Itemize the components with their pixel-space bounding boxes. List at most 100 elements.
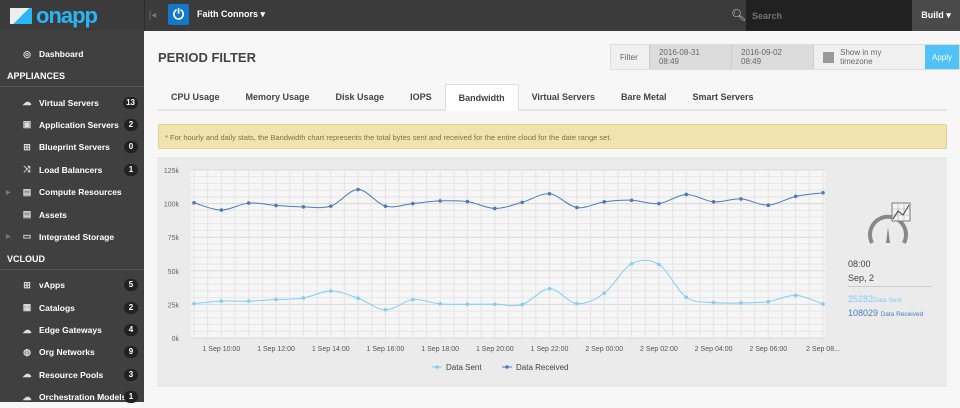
data-point[interactable]	[575, 301, 579, 306]
data-point[interactable]	[356, 296, 360, 301]
data-point[interactable]	[739, 301, 743, 305]
sidebar-item-vapps[interactable]: ⊞ vApps 5	[0, 274, 144, 296]
data-point[interactable]	[410, 201, 415, 206]
data-point[interactable]	[520, 302, 524, 307]
data-point[interactable]	[219, 299, 224, 303]
data-point[interactable]	[657, 262, 661, 267]
data-point[interactable]	[493, 302, 497, 307]
sidebar-item-virtual-servers[interactable]: ☁ Virtual Servers 13	[0, 91, 144, 113]
data-point[interactable]	[246, 201, 251, 205]
data-point[interactable]	[383, 307, 388, 312]
legend-marker-dot	[435, 365, 439, 369]
data-point[interactable]	[793, 293, 798, 298]
sidebar-section-title: VCLOUD	[0, 248, 144, 271]
data-point[interactable]	[793, 194, 798, 199]
data-point[interactable]	[246, 299, 251, 303]
tab-virtual-servers[interactable]: Virtual Servers	[519, 84, 608, 111]
date-to-field[interactable]: 2016-09-02 08:49	[731, 45, 814, 69]
data-point[interactable]	[766, 299, 771, 304]
sidebar-item-catalogs[interactable]: ▦ Catalogs 2	[0, 297, 144, 319]
date-from-field[interactable]: 2016-08-31 08:49	[648, 45, 732, 69]
timezone-toggle[interactable]: Show in my timezone	[813, 45, 926, 69]
user-menu[interactable]: Faith Connors ▾	[197, 9, 265, 20]
sidebar-item-compute-resources[interactable]: ▶ ▤ Compute Resources	[0, 181, 144, 203]
data-point[interactable]	[821, 191, 825, 195]
sidebar-item-application-servers[interactable]: ▣ Application Servers 2	[0, 114, 144, 136]
blueprint-icon: ⊞	[23, 141, 31, 152]
count-badge: 1	[124, 163, 138, 176]
tab-smart-servers[interactable]: Smart Servers	[680, 84, 767, 111]
data-point[interactable]	[821, 302, 825, 306]
page-title: PERIOD FILTER	[158, 50, 256, 65]
cloud-icon: ☁	[22, 97, 32, 108]
data-point[interactable]	[547, 191, 552, 196]
search-input[interactable]	[746, 0, 912, 31]
sidebar-item-orchestration-models[interactable]: ☁ Orchestration Models 1	[0, 386, 144, 408]
sidebar-item-integrated-storage[interactable]: ▶ ▭ Integrated Storage	[0, 226, 144, 248]
summary-panel: 08:00 Sep, 2 25282Data Sent 108029 Data R…	[846, 157, 947, 387]
timezone-checkbox[interactable]	[823, 51, 835, 63]
tab-bandwidth[interactable]: Bandwidth	[444, 84, 519, 111]
data-point[interactable]	[465, 199, 470, 204]
expand-arrow-icon[interactable]: ▶	[6, 233, 11, 240]
data-point[interactable]	[301, 296, 306, 300]
tab-bare-metal[interactable]: Bare Metal	[608, 84, 680, 111]
tab-cpu-usage[interactable]: CPU Usage	[158, 84, 233, 111]
power-icon[interactable]: ⏻	[168, 4, 189, 25]
period-filter: Filter 2016-08-31 08:49 2016-09-02 08:49…	[610, 44, 960, 70]
expand-arrow-icon[interactable]: ▶	[6, 189, 11, 196]
data-point[interactable]	[410, 297, 415, 302]
data-point[interactable]	[274, 203, 278, 208]
data-point[interactable]	[438, 302, 442, 306]
build-menu[interactable]: Build ▾	[912, 0, 960, 31]
y-tick-label: 100k	[164, 202, 180, 209]
tab-iops[interactable]: IOPS	[397, 84, 445, 111]
data-point[interactable]	[192, 301, 196, 306]
data-point[interactable]	[684, 295, 689, 300]
apply-button[interactable]: Apply	[925, 45, 960, 69]
count-badge: 2	[124, 118, 138, 131]
data-point[interactable]	[602, 200, 607, 204]
sidebar-item-blueprint-servers[interactable]: ⊞ Blueprint Servers 0	[0, 136, 144, 158]
sidebar-item-dashboard[interactable]: ◎ Dashboard	[0, 43, 144, 65]
data-point[interactable]	[274, 297, 278, 302]
count-badge: 9	[124, 346, 138, 359]
data-point[interactable]	[438, 199, 442, 203]
data-point[interactable]	[602, 291, 607, 296]
summary-time: 08:00 Sep, 2	[848, 259, 875, 283]
data-point[interactable]	[465, 302, 470, 307]
collapse-sidebar-icon[interactable]: |◂	[144, 0, 160, 31]
data-point[interactable]	[383, 204, 388, 208]
data-point[interactable]	[629, 262, 634, 266]
legend-item[interactable]: Data Received	[516, 363, 568, 372]
data-point[interactable]	[657, 201, 661, 206]
data-point[interactable]	[520, 200, 524, 205]
sidebar-item-resource-pools[interactable]: ☁ Resource Pools 3	[0, 364, 144, 386]
sidebar-item-edge-gateways[interactable]: ☁ Edge Gateways 4	[0, 319, 144, 341]
legend-item[interactable]: Data Sent	[446, 363, 482, 372]
x-tick-label: 1 Sep 16:00	[367, 346, 405, 353]
sidebar-item-org-networks[interactable]: ◍ Org Networks 9	[0, 341, 144, 363]
sidebar-item-assets[interactable]: ▤ Assets	[0, 203, 144, 225]
data-point[interactable]	[711, 200, 716, 204]
y-tick-label: 125k	[164, 168, 180, 175]
onapp-logo[interactable]: onapp	[10, 3, 98, 28]
data-point[interactable]	[739, 197, 743, 201]
data-point[interactable]	[547, 286, 552, 291]
data-point[interactable]	[356, 187, 360, 192]
data-point[interactable]	[301, 205, 306, 209]
data-point[interactable]	[575, 205, 579, 210]
data-point[interactable]	[684, 192, 689, 197]
data-point[interactable]	[766, 203, 771, 208]
data-point[interactable]	[192, 200, 196, 205]
data-point[interactable]	[711, 300, 716, 305]
sidebar-item-load-balancers[interactable]: ⤨ Load Balancers 1	[0, 159, 144, 181]
data-point[interactable]	[328, 204, 333, 208]
search-icon[interactable]: 🔍︎	[731, 8, 746, 22]
data-point[interactable]	[493, 206, 497, 211]
data-point[interactable]	[328, 289, 333, 293]
data-point[interactable]	[629, 198, 634, 203]
tab-disk-usage[interactable]: Disk Usage	[323, 84, 398, 111]
tab-memory-usage[interactable]: Memory Usage	[233, 84, 323, 111]
data-point[interactable]	[219, 208, 224, 212]
